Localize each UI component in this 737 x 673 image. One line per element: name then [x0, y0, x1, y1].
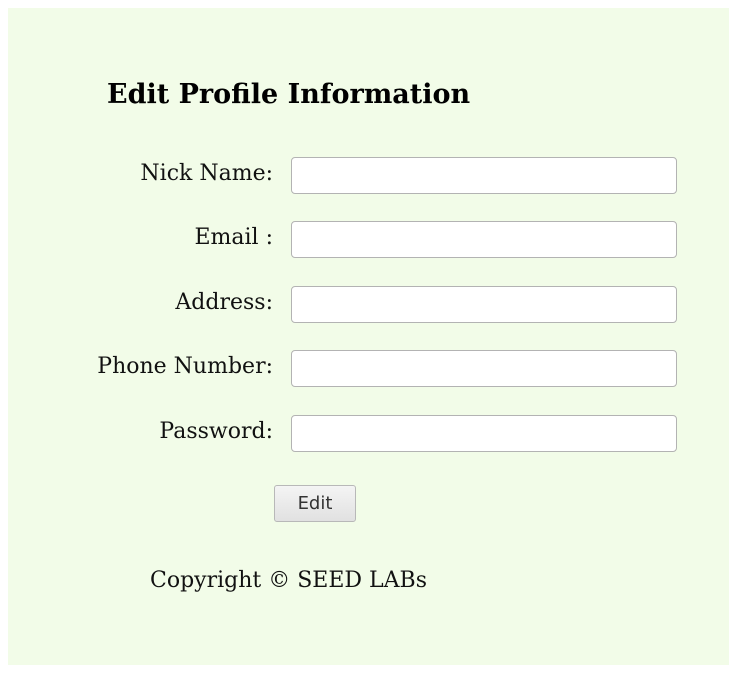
profile-panel: Edit Profile Information Nick Name: Emai…	[8, 8, 729, 665]
edit-button[interactable]: Edit	[274, 485, 356, 522]
email-input[interactable]	[291, 221, 677, 258]
page-title: Edit Profile Information	[107, 79, 471, 110]
phone-number-input[interactable]	[291, 350, 677, 387]
copyright-text: Copyright © SEED LABs	[150, 568, 427, 593]
phone-number-row: Phone Number:	[8, 350, 729, 387]
password-input[interactable]	[291, 415, 677, 452]
email-label: Email :	[194, 225, 273, 250]
password-label: Password:	[159, 419, 273, 444]
nick-name-row: Nick Name:	[8, 157, 729, 194]
address-row: Address:	[8, 286, 729, 323]
email-row: Email :	[8, 221, 729, 258]
password-row: Password:	[8, 415, 729, 452]
phone-number-label: Phone Number:	[97, 354, 273, 379]
nick-name-label: Nick Name:	[140, 161, 273, 186]
address-label: Address:	[175, 290, 273, 315]
nick-name-input[interactable]	[291, 157, 677, 194]
address-input[interactable]	[291, 286, 677, 323]
